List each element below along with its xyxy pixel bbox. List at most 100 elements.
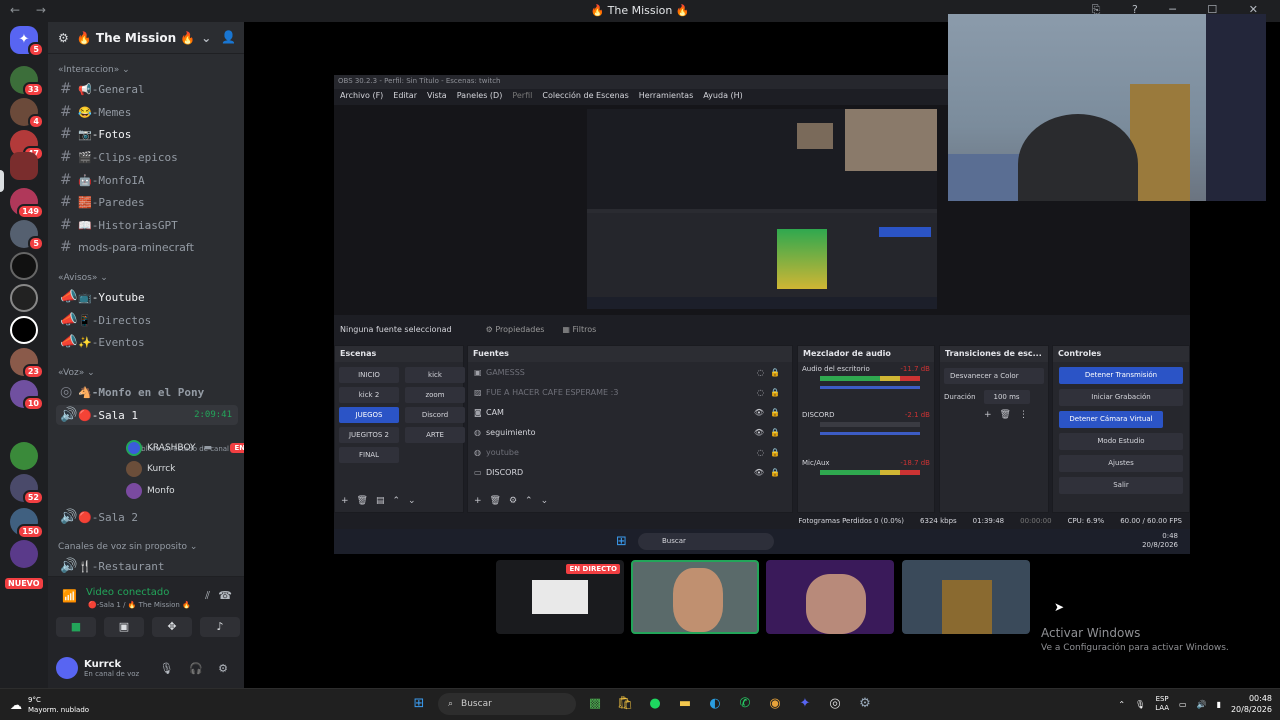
channel-youtube[interactable]: 📣 📺-Youtube bbox=[56, 287, 238, 307]
battery-icon[interactable]: ▮ bbox=[1217, 700, 1221, 709]
scene-item[interactable]: zoom bbox=[405, 387, 465, 403]
voice-channel-sala2[interactable]: 🔊 🔴-Sala 2 bbox=[56, 507, 238, 527]
channel-paredes[interactable]: # 🧱-Paredes bbox=[56, 192, 238, 212]
guild-header[interactable]: ⚙ 🔥 The Mission 🔥 ⌄ 👤 bbox=[48, 22, 244, 54]
transition-select[interactable]: Desvanecer a Color bbox=[944, 368, 1044, 384]
visibility-lock-icons[interactable]: 👁🔒 bbox=[754, 468, 786, 477]
volume-icon[interactable]: 🔊 bbox=[1197, 700, 1207, 709]
scene-item[interactable]: JUEGITOS 2 bbox=[339, 427, 399, 443]
activities-button[interactable]: ✥ bbox=[152, 617, 192, 637]
minecraft-icon[interactable]: ▩ bbox=[584, 693, 606, 715]
screen-share-button[interactable]: ▣ bbox=[104, 617, 144, 637]
visibility-lock-icons[interactable]: ◌🔒 bbox=[757, 448, 786, 457]
menu-item[interactable]: Archivo (F) bbox=[340, 91, 383, 100]
camera-toggle-button[interactable]: ■ bbox=[56, 617, 96, 637]
menu-item[interactable]: Vista bbox=[427, 91, 447, 100]
user-controls[interactable]: 🎙 🎧 ⚙ bbox=[159, 662, 234, 675]
category-avisos[interactable]: «Avisos» ⌄ bbox=[58, 273, 108, 283]
whatsapp-icon[interactable]: ✆ bbox=[734, 693, 756, 715]
obs-icon[interactable]: ◎ bbox=[824, 693, 846, 715]
taskbar-search[interactable]: ⌕ Buscar bbox=[438, 693, 576, 715]
channel-monfo-pony[interactable]: ◎ 🐴-Monfo en el Pony bbox=[56, 382, 238, 402]
server-icon-the-mission[interactable] bbox=[10, 152, 38, 180]
channel-historias[interactable]: # 📖-HistoriasGPT bbox=[56, 215, 238, 235]
channel-monfoia[interactable]: # 🤖-MonfoIA bbox=[56, 170, 238, 190]
stop-virtual-camera-button[interactable]: Detener Cámara Virtual bbox=[1059, 411, 1163, 428]
menu-item[interactable]: Colección de Escenas bbox=[542, 91, 628, 100]
category-canales-sin-proposito[interactable]: Canales de voz sin proposito ⌄ bbox=[58, 542, 197, 552]
category-interaccion[interactable]: «Interaccion» ⌄ bbox=[58, 65, 130, 75]
chrome-icon[interactable]: ◉ bbox=[764, 693, 786, 715]
scene-item[interactable]: INICIO bbox=[339, 367, 399, 383]
channel-fotos[interactable]: # 📷-Fotos bbox=[56, 124, 238, 144]
server-icon[interactable]: 10 bbox=[10, 380, 44, 411]
steam-icon[interactable]: ⚙ bbox=[854, 693, 876, 715]
properties-button[interactable]: ⚙ Propiedades bbox=[486, 325, 545, 334]
channel-mods[interactable]: # mods-para-minecraft bbox=[56, 237, 238, 257]
server-icon[interactable] bbox=[10, 540, 38, 568]
taskbar-clock[interactable]: 00:48 20/8/2026 bbox=[1231, 693, 1272, 715]
category-voz[interactable]: «Voz» ⌄ bbox=[58, 368, 95, 378]
exit-button[interactable]: Salir bbox=[1059, 477, 1183, 494]
filters-button[interactable]: ▦ Filtros bbox=[562, 325, 596, 334]
participant-tile[interactable] bbox=[766, 560, 894, 634]
studio-mode-button[interactable]: Modo Estudio bbox=[1059, 433, 1183, 450]
store-icon[interactable]: 🛍 bbox=[614, 693, 636, 715]
source-item[interactable]: ◍ youtube ◌🔒 bbox=[468, 442, 792, 462]
server-icon[interactable]: 52 bbox=[10, 474, 44, 505]
scene-item[interactable]: ARTE bbox=[405, 427, 465, 443]
source-item[interactable]: ◙ CAM 👁🔒 bbox=[468, 402, 792, 422]
weather-widget[interactable]: ☁ 9°C Mayorm. nublado bbox=[10, 695, 89, 715]
language-indicator[interactable]: ESP LAA bbox=[1155, 695, 1169, 713]
server-icon[interactable] bbox=[10, 316, 38, 344]
file-explorer-icon[interactable]: ▬ bbox=[674, 693, 696, 715]
server-icon[interactable]: 5 bbox=[10, 220, 44, 251]
voice-channel-sala1[interactable]: 🔊 🔴-Sala 1 2:09:41 bbox=[56, 405, 238, 425]
visibility-lock-icons[interactable]: 👁🔒 bbox=[754, 428, 786, 437]
server-icon[interactable]: 149 bbox=[10, 188, 44, 219]
scene-toolbar[interactable]: +🗑▤⌃⌄ bbox=[341, 496, 424, 506]
source-item[interactable]: ▨ FUE A HACER CAFE ESPERAME :3 ◌🔒 bbox=[468, 382, 792, 402]
menu-item[interactable]: Ayuda (H) bbox=[703, 91, 743, 100]
server-icon[interactable]: 150 bbox=[10, 508, 44, 539]
menu-item[interactable]: Herramientas bbox=[639, 91, 694, 100]
webcam-video[interactable] bbox=[948, 14, 1266, 201]
channel-eventos[interactable]: 📣 ✨-Eventos bbox=[56, 332, 238, 352]
participant-tile[interactable] bbox=[902, 560, 1030, 634]
source-item[interactable]: ▭ DISCORD 👁🔒 bbox=[468, 462, 792, 482]
source-toolbar-buttons[interactable]: +🗑⚙⌃⌄ bbox=[474, 496, 556, 506]
server-icon[interactable] bbox=[10, 252, 38, 280]
scene-item[interactable]: kick bbox=[405, 367, 465, 383]
channel-memes[interactable]: # 😂-Memes bbox=[56, 102, 238, 122]
channel-clips[interactable]: # 🎬-Clips-epicos bbox=[56, 147, 238, 167]
add-user-icon[interactable]: 👤 bbox=[221, 30, 236, 44]
discord-home-icon[interactable]: ✦ 5 bbox=[10, 26, 44, 57]
server-icon[interactable]: 33 bbox=[10, 66, 44, 97]
network-icon[interactable]: ▭ bbox=[1179, 700, 1187, 709]
scene-item[interactable]: FINAL bbox=[339, 447, 399, 463]
chevron-up-icon[interactable]: ⌃ bbox=[1118, 700, 1125, 709]
scene-item[interactable]: Discord bbox=[405, 407, 465, 423]
server-icon[interactable] bbox=[10, 284, 38, 312]
edge-icon[interactable]: ◐ bbox=[704, 693, 726, 715]
channel-general[interactable]: # 📢-General bbox=[56, 79, 238, 99]
transition-buttons[interactable]: +🗑⋮ bbox=[984, 410, 1048, 420]
server-icon[interactable]: 4 bbox=[10, 98, 44, 129]
spotify-icon[interactable]: ● bbox=[644, 693, 666, 715]
soundboard-button[interactable]: ♪ bbox=[200, 617, 240, 637]
visibility-lock-icons[interactable]: 👁🔒 bbox=[754, 408, 786, 417]
start-recording-button[interactable]: Iniciar Grabación bbox=[1059, 389, 1183, 406]
visibility-lock-icons[interactable]: ◌🔒 bbox=[757, 368, 786, 377]
disconnect-icon[interactable]: ☎ bbox=[218, 589, 232, 602]
mic-icon[interactable]: 🎙 bbox=[1135, 700, 1145, 709]
noise-suppression-icon[interactable]: ⫽ bbox=[205, 589, 210, 603]
menu-item[interactable]: Perfil bbox=[512, 91, 532, 100]
scene-item[interactable]: kick 2 bbox=[339, 387, 399, 403]
stop-streaming-button[interactable]: Detener Transmisión bbox=[1059, 367, 1183, 384]
source-item[interactable]: ◍ seguimiento 👁🔒 bbox=[468, 422, 792, 442]
volume-slider[interactable] bbox=[820, 432, 920, 435]
participant-tile-speaking[interactable] bbox=[631, 560, 759, 634]
settings-button[interactable]: Ajustes bbox=[1059, 455, 1183, 472]
visibility-lock-icons[interactable]: ◌🔒 bbox=[757, 388, 786, 397]
duration-input[interactable]: 100 ms bbox=[983, 390, 1030, 404]
